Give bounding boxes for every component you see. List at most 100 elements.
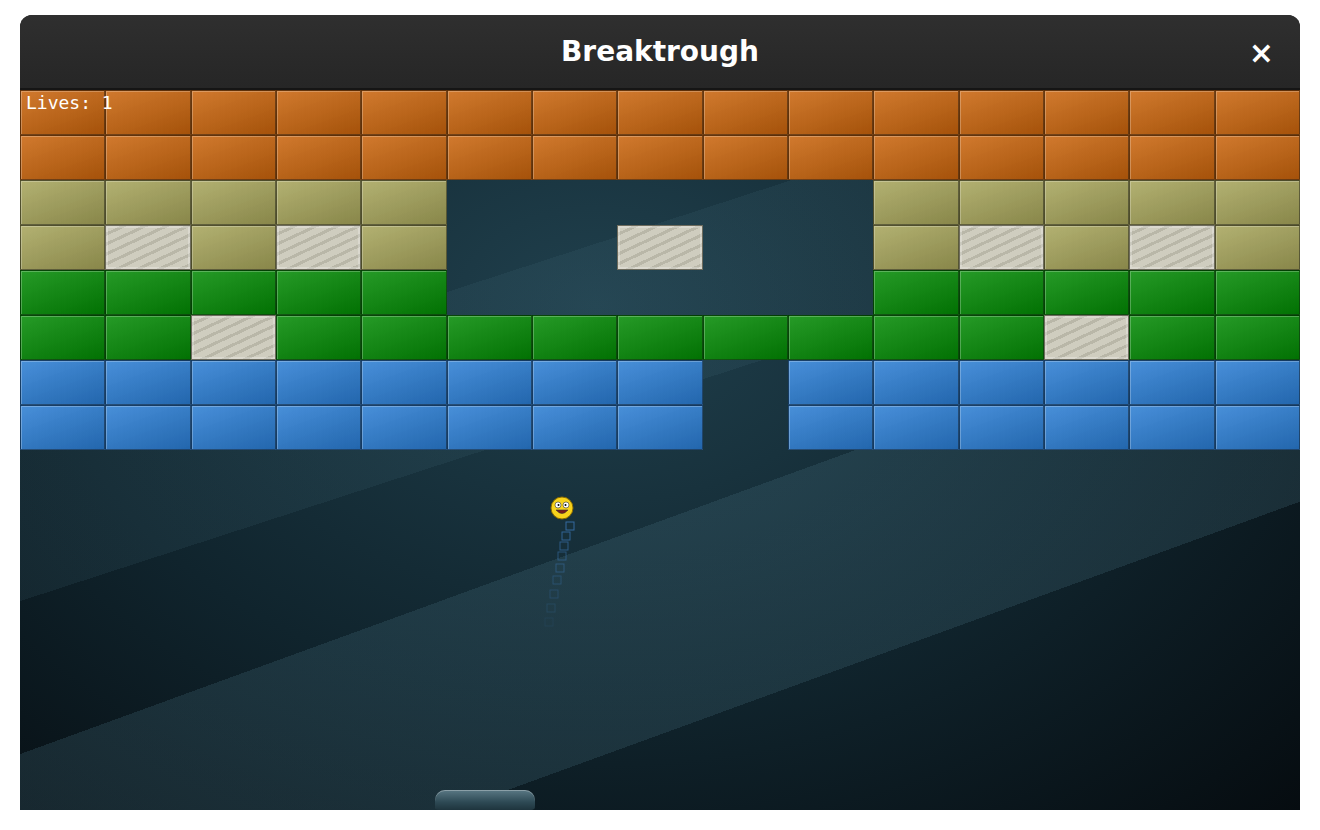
brick — [1044, 270, 1129, 315]
brick — [873, 225, 958, 270]
brick — [617, 135, 702, 180]
brick — [191, 405, 276, 450]
empty-cell — [447, 225, 532, 270]
brick — [276, 225, 361, 270]
brick — [361, 180, 446, 225]
brick — [105, 315, 190, 360]
brick — [1215, 135, 1300, 180]
brick — [617, 225, 702, 270]
empty-cell — [532, 225, 617, 270]
empty-cell — [788, 270, 873, 315]
brick — [959, 405, 1044, 450]
brick — [447, 360, 532, 405]
brick — [873, 90, 958, 135]
brick — [361, 270, 446, 315]
brick — [1044, 225, 1129, 270]
brick — [276, 315, 361, 360]
brick — [617, 315, 702, 360]
brick — [1129, 225, 1214, 270]
empty-cell — [447, 180, 532, 225]
brick — [361, 405, 446, 450]
page: Breaktrough × Lives: 1 — [0, 0, 1320, 830]
brick — [361, 225, 446, 270]
brick — [788, 135, 873, 180]
brick — [191, 360, 276, 405]
brick — [788, 90, 873, 135]
brick — [1044, 180, 1129, 225]
brick — [959, 360, 1044, 405]
brick — [276, 90, 361, 135]
brick — [447, 315, 532, 360]
brick — [361, 315, 446, 360]
brick — [447, 90, 532, 135]
paddle[interactable] — [435, 790, 535, 810]
window-title: Breaktrough — [561, 35, 759, 68]
lives-counter: Lives: 1 — [26, 93, 113, 113]
brick — [1129, 315, 1214, 360]
brick-wall — [20, 90, 1300, 450]
brick — [703, 135, 788, 180]
brick — [105, 270, 190, 315]
brick — [959, 180, 1044, 225]
play-field — [20, 450, 1300, 810]
brick — [361, 135, 446, 180]
brick — [873, 315, 958, 360]
brick — [873, 180, 958, 225]
brick — [788, 315, 873, 360]
brick — [20, 315, 105, 360]
brick — [1129, 405, 1214, 450]
brick — [1215, 90, 1300, 135]
brick — [1215, 225, 1300, 270]
brick — [959, 135, 1044, 180]
brick — [276, 180, 361, 225]
empty-cell — [617, 270, 702, 315]
brick — [276, 270, 361, 315]
brick — [617, 360, 702, 405]
brick — [959, 225, 1044, 270]
brick — [447, 405, 532, 450]
ball-trail-icon — [520, 518, 590, 638]
brick — [191, 135, 276, 180]
empty-cell — [532, 270, 617, 315]
brick — [1215, 360, 1300, 405]
brick — [20, 180, 105, 225]
brick — [20, 360, 105, 405]
brick — [1215, 315, 1300, 360]
empty-cell — [447, 270, 532, 315]
brick — [105, 180, 190, 225]
title-bar: Breaktrough × — [20, 15, 1300, 90]
empty-cell — [788, 180, 873, 225]
brick — [361, 90, 446, 135]
game-area: Lives: 1 — [20, 90, 1300, 810]
brick — [191, 90, 276, 135]
brick — [191, 180, 276, 225]
empty-cell — [617, 180, 702, 225]
brick — [276, 135, 361, 180]
brick — [361, 360, 446, 405]
brick — [532, 135, 617, 180]
empty-cell — [703, 225, 788, 270]
brick — [447, 135, 532, 180]
brick — [703, 315, 788, 360]
brick — [873, 360, 958, 405]
empty-cell — [703, 405, 788, 450]
brick — [105, 225, 190, 270]
brick — [105, 90, 190, 135]
brick — [1044, 315, 1129, 360]
brick — [1215, 180, 1300, 225]
game-window: Breaktrough × Lives: 1 — [20, 15, 1300, 810]
brick — [1044, 360, 1129, 405]
brick — [20, 270, 105, 315]
brick — [788, 360, 873, 405]
brick — [1129, 270, 1214, 315]
brick — [1215, 270, 1300, 315]
brick — [191, 315, 276, 360]
brick — [20, 135, 105, 180]
brick — [532, 360, 617, 405]
brick — [1044, 135, 1129, 180]
empty-cell — [788, 225, 873, 270]
brick — [617, 405, 702, 450]
brick — [276, 360, 361, 405]
close-button[interactable]: × — [1245, 34, 1278, 69]
brick — [1044, 405, 1129, 450]
